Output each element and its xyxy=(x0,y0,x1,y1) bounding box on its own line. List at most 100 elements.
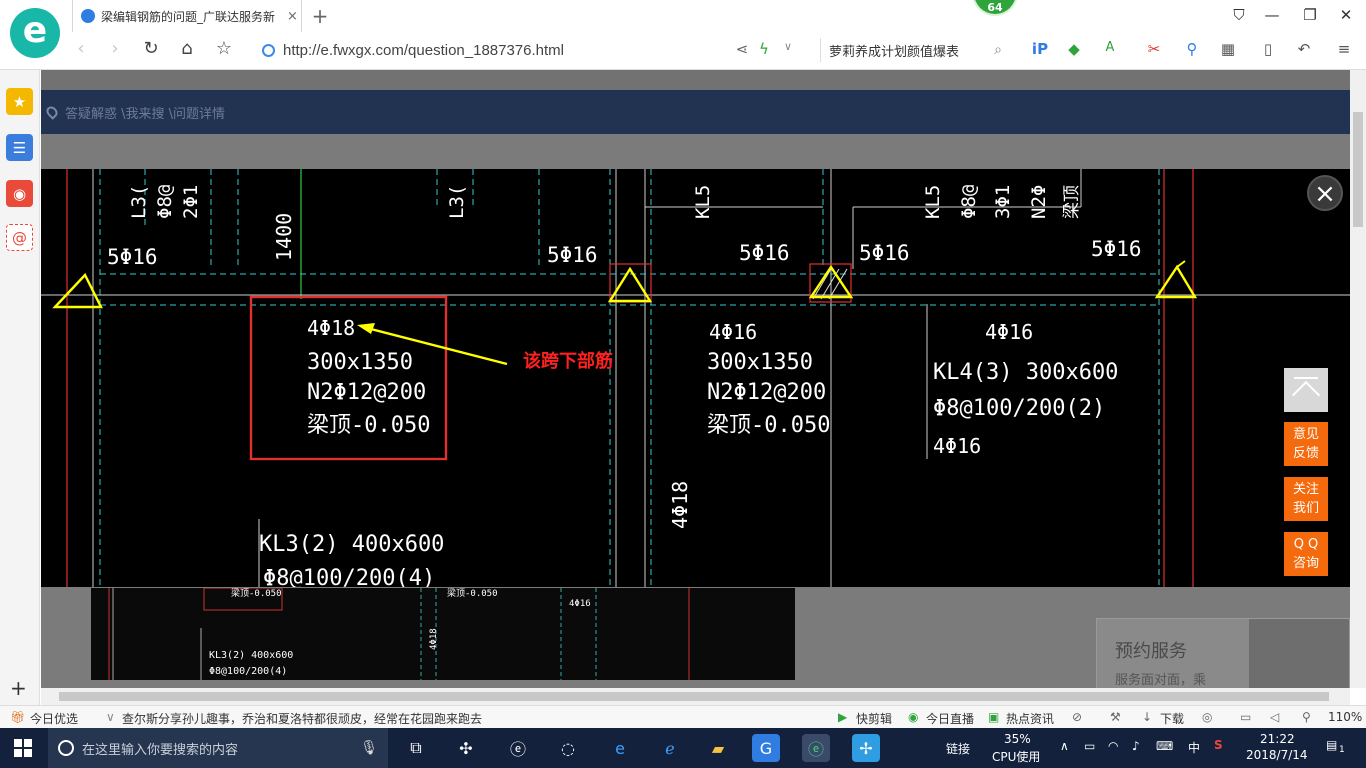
image-lightbox[interactable]: L3( Φ8@ 2Φ1 L3( KL5 KL5 Φ8@ 3Φ1 N2Φ 梁顶 1… xyxy=(41,169,1350,587)
vertical-rebar-4phi18: 4Φ18 xyxy=(668,481,692,529)
reader-list-icon[interactable]: ☰ xyxy=(6,134,33,161)
top-rebar-label-3: 5Φ16 xyxy=(739,241,790,265)
reserve-service-card[interactable]: 预约服务 服务面对面，乘 xyxy=(1096,618,1350,688)
new-tab-button[interactable]: + xyxy=(310,4,330,28)
back-icon[interactable]: ‹ xyxy=(70,38,92,59)
keyboard-icon[interactable]: ⌨ xyxy=(1156,739,1173,753)
volume-icon[interactable]: ♪ xyxy=(1132,739,1140,753)
speed-bolt-icon[interactable]: ϟ xyxy=(754,40,774,58)
fan-app-icon[interactable]: ✣ xyxy=(452,734,480,762)
tab-close-icon[interactable]: × xyxy=(287,9,298,24)
magnifier-tool-icon[interactable]: ⚲ xyxy=(1182,40,1202,58)
breadcrumb-text[interactable]: 答疑解惑 \我来搜 \问题详情 xyxy=(65,103,225,122)
dropdown-chevron-icon[interactable]: ∨ xyxy=(778,40,798,53)
score-badge[interactable]: 64 xyxy=(972,0,1018,16)
news-ticker[interactable]: 查尔斯分享孙儿趣事，乔治和夏洛特都很顽皮，经常在花园跑来跑去 xyxy=(122,710,482,727)
battery-icon[interactable]: ▭ xyxy=(1084,739,1095,753)
gift-icon[interactable]: 🎁︎ xyxy=(10,710,25,724)
favorites-star-icon[interactable]: ★ xyxy=(6,88,33,115)
browser-tab[interactable]: 梁编辑钢筋的问题_广联达服务新 × xyxy=(72,0,302,32)
qq-consult-button[interactable]: Q Q 咨询 xyxy=(1284,532,1328,576)
microphone-icon[interactable]: 🎙︎ xyxy=(360,740,378,756)
window-icon[interactable]: ▭ xyxy=(1240,710,1251,724)
today-picks-link[interactable]: 今日优选 xyxy=(30,710,78,727)
taskbar-search-box[interactable]: 在这里输入你要搜索的内容 🎙︎ xyxy=(48,728,388,768)
file-explorer-icon[interactable]: ▰ xyxy=(704,734,732,762)
wifi-icon[interactable]: ◠ xyxy=(1108,739,1118,753)
back-to-top-button[interactable] xyxy=(1284,368,1328,412)
qq-line2: 咨询 xyxy=(1292,556,1319,571)
horizontal-scroll-thumb[interactable] xyxy=(59,692,1329,701)
weibo-icon[interactable]: ◉ xyxy=(6,180,33,207)
apps-grid-icon[interactable]: ▦ xyxy=(1218,40,1238,58)
close-window-button[interactable]: ✕ xyxy=(1336,6,1356,24)
sogou-ime-icon[interactable]: S xyxy=(1214,738,1223,752)
glodon-app-icon[interactable]: G xyxy=(752,734,780,762)
phone-icon[interactable]: ▯ xyxy=(1258,40,1278,58)
address-bar[interactable]: http://e.fwxgx.com/question_1887376.html xyxy=(262,38,792,62)
translate-icon[interactable]: A xyxy=(1100,40,1120,55)
bg-stirrup-label: Φ8@100/200(4) xyxy=(209,666,287,677)
tray-expand-icon[interactable]: ∧ xyxy=(1060,739,1069,753)
notification-icon[interactable]: ▤ xyxy=(1326,738,1337,752)
browser-logo[interactable]: e xyxy=(10,8,60,58)
clock-time[interactable]: 21:22 xyxy=(1260,732,1295,746)
minimize-button[interactable]: — xyxy=(1262,6,1282,24)
windows-start-icon[interactable] xyxy=(14,739,32,757)
sidebar-add-icon[interactable]: + xyxy=(10,676,27,700)
zoom-level[interactable]: 110% xyxy=(1328,710,1362,724)
clock-date[interactable]: 2018/7/14 xyxy=(1246,748,1308,762)
lightbox-close-button[interactable]: × xyxy=(1307,175,1343,211)
taskbar-link-label[interactable]: 链接 xyxy=(946,740,970,757)
ip-extension-icon[interactable]: iP xyxy=(1030,40,1050,58)
vertical-scroll-thumb[interactable] xyxy=(1353,112,1363,227)
edge-icon[interactable]: e xyxy=(606,734,634,762)
browser-e-icon[interactable]: ⓔ xyxy=(504,734,532,762)
privacy-icon[interactable]: ◎ xyxy=(1202,710,1212,724)
ime-language[interactable]: 中 xyxy=(1188,739,1200,756)
home-icon[interactable]: ⌂ xyxy=(176,38,198,59)
follow-us-button[interactable]: 关注 我们 xyxy=(1284,477,1328,521)
site-globe-icon xyxy=(262,43,275,57)
feedback-button[interactable]: 意见 反馈 xyxy=(1284,422,1328,466)
undo-icon[interactable]: ↶ xyxy=(1294,40,1314,58)
horizontal-scrollbar[interactable] xyxy=(41,688,1350,705)
active-browser-icon[interactable]: ⓔ xyxy=(802,734,830,762)
top-rebar-label-5: 5Φ16 xyxy=(1091,237,1142,261)
skin-icon[interactable]: ⛉ xyxy=(1229,6,1249,24)
right-bottom-rebar: 4Φ16 xyxy=(985,320,1033,344)
top-label-kl5-1: KL5 xyxy=(692,185,714,219)
top-label-beam-top: 梁顶 xyxy=(1062,185,1082,219)
download-link[interactable]: 下载 xyxy=(1160,710,1184,727)
shield-icon[interactable]: ◆ xyxy=(1064,40,1084,58)
menu-icon[interactable]: ≡ xyxy=(1334,40,1354,58)
arrow-up-icon xyxy=(1291,380,1321,410)
scissors-icon[interactable]: ✂ xyxy=(1144,40,1164,58)
today-live-link[interactable]: 今日直播 xyxy=(926,710,974,727)
compass-icon[interactable]: ⊘ xyxy=(1072,710,1082,724)
favorite-star-icon[interactable]: ☆ xyxy=(213,38,235,59)
share-icon[interactable]: ⋖ xyxy=(732,40,752,58)
navigation-row: ‹ › ↻ ⌂ ☆ http://e.fwxgx.com/question_18… xyxy=(70,34,1366,66)
mute-icon[interactable]: ◁ xyxy=(1270,710,1279,724)
spiral-app-icon[interactable]: ◌ xyxy=(554,734,582,762)
kuaijianji-link[interactable]: 快剪辑 xyxy=(856,710,892,727)
kl3-stirrup: Φ8@100/200(4) xyxy=(263,566,435,587)
zoom-icon[interactable]: ⚲ xyxy=(1302,710,1311,724)
task-view-icon[interactable]: ⧉ xyxy=(402,734,430,762)
move-app-icon[interactable]: ✢ xyxy=(852,734,880,762)
ie-icon[interactable]: ℯ xyxy=(656,734,684,762)
maximize-button[interactable]: ❐ xyxy=(1300,6,1320,24)
broom-icon[interactable]: ⚒ xyxy=(1110,710,1121,724)
breadcrumb: 答疑解惑 \我来搜 \问题详情 xyxy=(41,90,1350,134)
search-box[interactable]: 萝莉养成计划颜值爆表 ⌕ xyxy=(820,38,1002,62)
refresh-icon[interactable]: ↻ xyxy=(140,38,162,59)
web-page: 答疑解惑 \我来搜 \问题详情 梁顶-0.050 梁顶-0.050 4Φ16 4… xyxy=(41,70,1350,688)
hot-news-link[interactable]: 热点资讯 xyxy=(1006,710,1054,727)
bottom-rebar-annotation: 该跨下部筋 xyxy=(523,350,613,372)
email-at-icon[interactable]: @ xyxy=(6,224,33,251)
right-stirrup: Φ8@100/200(2) xyxy=(933,396,1105,421)
vertical-scrollbar[interactable] xyxy=(1350,70,1366,688)
forward-icon[interactable]: › xyxy=(104,38,126,59)
search-icon[interactable]: ⌕ xyxy=(994,42,1002,58)
